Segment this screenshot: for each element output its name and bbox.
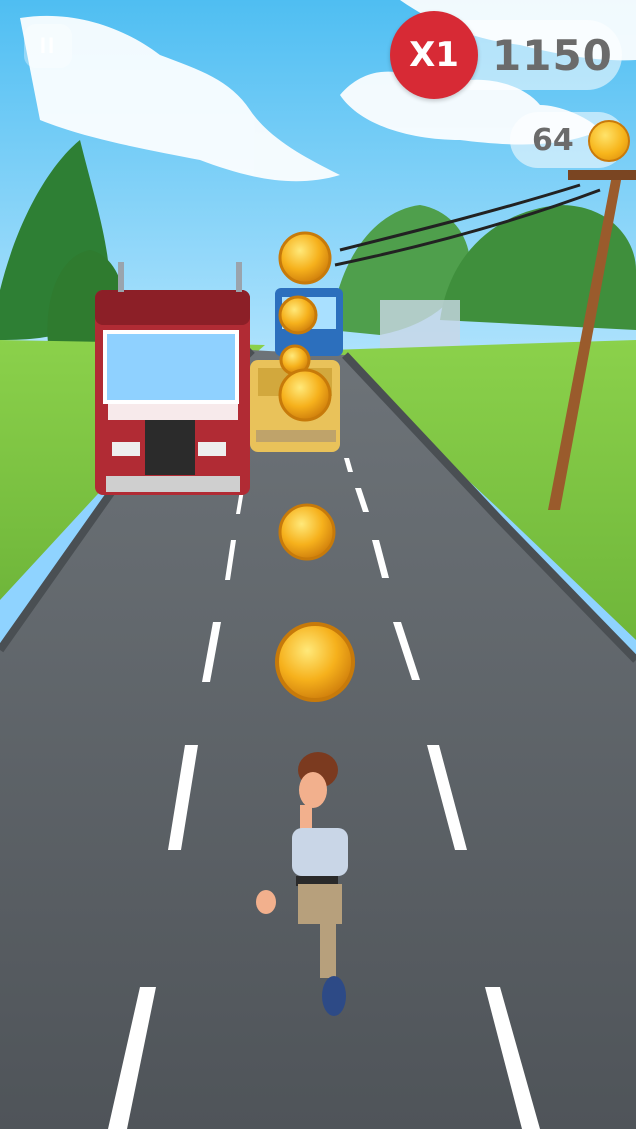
score-display: X1 1150 [390,11,622,99]
coin [278,368,332,422]
multiplier-badge: X1 [390,11,478,99]
endless-runner-road-scene [0,0,636,1129]
score-value: 1150 [492,30,613,80]
pause-icon: II [39,33,57,58]
coin-icon [588,120,630,162]
coin-count: 64 [532,122,574,158]
coin [278,295,318,335]
game-scene: II X1 1150 64 [0,0,636,1129]
red-truck [95,262,250,495]
coin [275,622,355,702]
coin [278,503,336,561]
coin [278,231,332,285]
pause-button[interactable]: II [24,24,72,68]
coin-counter: 64 [510,112,630,168]
